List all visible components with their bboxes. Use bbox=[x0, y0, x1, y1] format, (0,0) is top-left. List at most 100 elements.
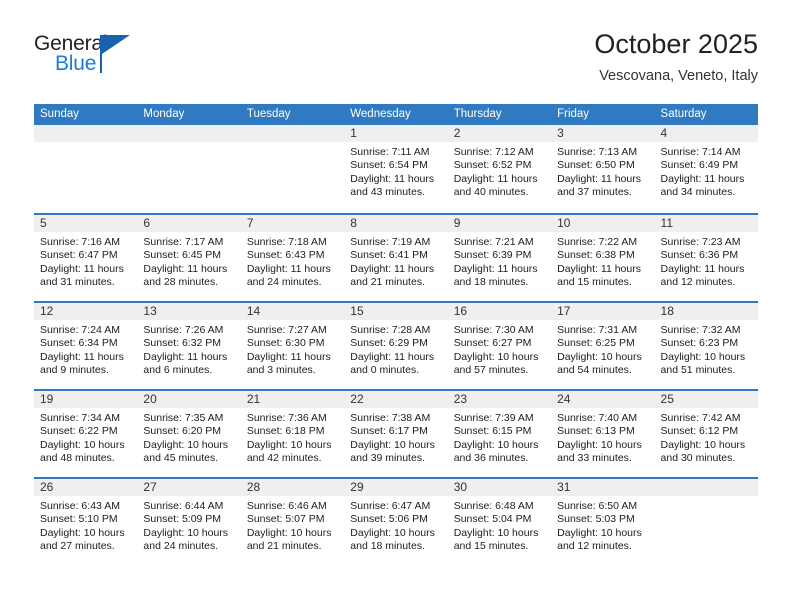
daylight-text-cont: and 24 minutes. bbox=[143, 540, 219, 553]
day-detail-body: Sunrise: 7:40 AM Sunset: 6:13 PM Daylight:… bbox=[551, 408, 654, 466]
daylight-text-cont: and 36 minutes. bbox=[453, 452, 529, 465]
day-number: 2 bbox=[453, 126, 461, 140]
sunrise-text: Sunrise: 7:18 AM bbox=[246, 236, 327, 248]
calendar-grid: Sunday Monday Tuesday Wednesday Thursday Frid… bbox=[34, 104, 758, 565]
calendar-day-cell[interactable]: 27 Sunrise: 6:44 AM Sunset: 5:09 PM Dayligh… bbox=[137, 479, 241, 565]
calendar-day-cell[interactable]: 28 Sunrise: 6:46 AM Sunset: 5:07 PM Dayligh… bbox=[240, 479, 345, 565]
day-number: 5 bbox=[40, 216, 47, 230]
sunrise-text: Sunrise: 6:48 AM bbox=[453, 500, 534, 512]
sunset-text: Sunset: 6:15 PM bbox=[453, 425, 532, 438]
calendar-day-cell[interactable]: 20 Sunrise: 7:35 AM Sunset: 6:20 PM Dayligh… bbox=[137, 391, 241, 477]
daylight-text-cont: and 45 minutes. bbox=[143, 452, 219, 465]
day-number-band: 8 bbox=[344, 215, 448, 232]
daylight-text: Daylight: 10 hours bbox=[557, 350, 642, 363]
calendar-day-cell[interactable]: 1 Sunrise: 7:11 AM Sunset: 6:54 PM Daylight… bbox=[344, 125, 448, 213]
weekday-header-friday: Friday bbox=[557, 108, 590, 120]
calendar-day-cell[interactable]: 2 Sunrise: 7:12 AM Sunset: 6:52 PM Daylight… bbox=[447, 125, 552, 213]
calendar-day-cell[interactable]: 5 Sunrise: 7:16 AM Sunset: 6:47 PM Daylight… bbox=[34, 215, 138, 301]
day-detail-body: Sunrise: 7:35 AM Sunset: 6:20 PM Daylight:… bbox=[137, 408, 240, 466]
day-detail-body: Sunrise: 6:43 AM Sunset: 5:10 PM Daylight:… bbox=[34, 496, 137, 554]
day-number-band bbox=[240, 125, 345, 142]
calendar-day-cell[interactable]: 25 Sunrise: 7:42 AM Sunset: 6:12 PM Dayligh… bbox=[654, 391, 758, 477]
daylight-text: Daylight: 11 hours bbox=[40, 350, 124, 363]
calendar-day-cell[interactable]: 29 Sunrise: 6:47 AM Sunset: 5:06 PM Dayligh… bbox=[344, 479, 448, 565]
calendar-day-cell[interactable]: 12 Sunrise: 7:24 AM Sunset: 6:34 PM Dayligh… bbox=[34, 303, 138, 389]
calendar-day-cell-empty bbox=[137, 125, 241, 213]
daylight-text: Daylight: 11 hours bbox=[143, 262, 228, 275]
calendar-day-cell[interactable]: 7 Sunrise: 7:18 AM Sunset: 6:43 PM Daylight… bbox=[240, 215, 345, 301]
daylight-text: Daylight: 11 hours bbox=[660, 262, 745, 275]
sunrise-text: Sunrise: 7:40 AM bbox=[557, 412, 638, 424]
day-detail-body bbox=[241, 142, 344, 146]
calendar-day-cell[interactable]: 18 Sunrise: 7:32 AM Sunset: 6:23 PM Dayligh… bbox=[654, 303, 758, 389]
sunset-text: Sunset: 6:13 PM bbox=[557, 425, 635, 438]
daylight-text: Daylight: 11 hours bbox=[660, 172, 745, 185]
day-detail-body: Sunrise: 7:14 AM Sunset: 6:49 PM Daylight:… bbox=[655, 142, 758, 200]
sunrise-text: Sunrise: 7:13 AM bbox=[557, 146, 638, 158]
day-number-band: 28 bbox=[240, 479, 345, 496]
sunset-text: Sunset: 6:17 PM bbox=[350, 425, 428, 438]
calendar-day-cell[interactable]: 16 Sunrise: 7:30 AM Sunset: 6:27 PM Dayligh… bbox=[447, 303, 552, 389]
calendar-day-cell[interactable]: 19 Sunrise: 7:34 AM Sunset: 6:22 PM Dayligh… bbox=[34, 391, 138, 477]
day-number: 3 bbox=[557, 126, 564, 140]
sunset-text: Sunset: 6:54 PM bbox=[350, 159, 428, 172]
daylight-text-cont: and 42 minutes. bbox=[246, 452, 322, 465]
calendar-day-cell[interactable]: 22 Sunrise: 7:38 AM Sunset: 6:17 PM Dayligh… bbox=[344, 391, 448, 477]
calendar-day-cell[interactable]: 31 Sunrise: 6:50 AM Sunset: 5:03 PM Dayligh… bbox=[551, 479, 655, 565]
sunset-text: Sunset: 6:27 PM bbox=[453, 337, 532, 350]
day-detail-body: Sunrise: 7:39 AM Sunset: 6:15 PM Daylight:… bbox=[448, 408, 551, 466]
calendar-day-cell-empty bbox=[240, 125, 345, 213]
day-number-band: 24 bbox=[551, 391, 655, 408]
sunset-text: Sunset: 5:07 PM bbox=[246, 513, 325, 526]
sunset-text: Sunset: 6:38 PM bbox=[557, 249, 635, 262]
brand-name-blue: Blue bbox=[55, 52, 97, 75]
day-detail-body bbox=[655, 496, 758, 500]
calendar-day-cell[interactable]: 4 Sunrise: 7:14 AM Sunset: 6:49 PM Daylight… bbox=[654, 125, 758, 213]
day-detail-body: Sunrise: 7:32 AM Sunset: 6:23 PM Daylight:… bbox=[655, 320, 758, 378]
day-number: 9 bbox=[453, 216, 461, 230]
calendar-day-cell-empty bbox=[654, 479, 758, 565]
calendar-day-cell[interactable]: 9 Sunrise: 7:21 AM Sunset: 6:39 PM Daylight… bbox=[447, 215, 552, 301]
day-number: 25 bbox=[660, 392, 674, 406]
calendar-day-cell[interactable]: 14 Sunrise: 7:27 AM Sunset: 6:30 PM Dayligh… bbox=[240, 303, 345, 389]
calendar-day-cell[interactable]: 8 Sunrise: 7:19 AM Sunset: 6:41 PM Daylight… bbox=[344, 215, 448, 301]
day-detail-body: Sunrise: 7:12 AM Sunset: 6:52 PM Daylight:… bbox=[448, 142, 551, 200]
title-block: October 2025 Vescovana, Veneto, Italy bbox=[594, 28, 758, 87]
sunset-text: Sunset: 6:41 PM bbox=[350, 249, 428, 262]
day-number: 29 bbox=[350, 480, 364, 494]
calendar-day-cell[interactable]: 11 Sunrise: 7:23 AM Sunset: 6:36 PM Dayligh… bbox=[654, 215, 758, 301]
day-detail-body: Sunrise: 7:27 AM Sunset: 6:30 PM Daylight:… bbox=[241, 320, 344, 378]
calendar-day-cell[interactable]: 21 Sunrise: 7:36 AM Sunset: 6:18 PM Dayligh… bbox=[240, 391, 345, 477]
calendar-day-cell[interactable]: 10 Sunrise: 7:22 AM Sunset: 6:38 PM Dayligh… bbox=[551, 215, 655, 301]
day-number-band: 19 bbox=[34, 391, 138, 408]
calendar-day-cell[interactable]: 13 Sunrise: 7:26 AM Sunset: 6:32 PM Dayligh… bbox=[137, 303, 241, 389]
daylight-text: Daylight: 10 hours bbox=[557, 526, 642, 539]
sunset-text: Sunset: 5:03 PM bbox=[557, 513, 635, 526]
calendar-day-cell[interactable]: 24 Sunrise: 7:40 AM Sunset: 6:13 PM Dayligh… bbox=[551, 391, 655, 477]
day-detail-body: Sunrise: 7:19 AM Sunset: 6:41 PM Daylight:… bbox=[344, 232, 447, 290]
day-detail-body: Sunrise: 7:18 AM Sunset: 6:43 PM Daylight:… bbox=[241, 232, 344, 290]
sunrise-text: Sunrise: 7:11 AM bbox=[350, 146, 430, 158]
day-number-band: 4 bbox=[654, 125, 758, 142]
daylight-text: Daylight: 11 hours bbox=[453, 172, 538, 185]
brand-logo[interactable]: General Blue bbox=[34, 32, 154, 86]
calendar-day-cell[interactable]: 15 Sunrise: 7:28 AM Sunset: 6:29 PM Dayligh… bbox=[344, 303, 448, 389]
daylight-text-cont: and 15 minutes. bbox=[453, 540, 529, 553]
daylight-text: Daylight: 11 hours bbox=[143, 350, 228, 363]
calendar-day-cell[interactable]: 23 Sunrise: 7:39 AM Sunset: 6:15 PM Dayligh… bbox=[447, 391, 552, 477]
calendar-day-cell[interactable]: 17 Sunrise: 7:31 AM Sunset: 6:25 PM Dayligh… bbox=[551, 303, 655, 389]
sunset-text: Sunset: 6:30 PM bbox=[246, 337, 325, 350]
calendar-day-cell[interactable]: 30 Sunrise: 6:48 AM Sunset: 5:04 PM Dayligh… bbox=[447, 479, 552, 565]
calendar-day-cell[interactable]: 26 Sunrise: 6:43 AM Sunset: 5:10 PM Dayligh… bbox=[34, 479, 138, 565]
daylight-text-cont: and 12 minutes. bbox=[557, 540, 632, 553]
daylight-text-cont: and 39 minutes. bbox=[350, 452, 425, 465]
day-detail-body: Sunrise: 7:34 AM Sunset: 6:22 PM Daylight:… bbox=[34, 408, 137, 466]
calendar-day-cell[interactable]: 3 Sunrise: 7:13 AM Sunset: 6:50 PM Daylight… bbox=[551, 125, 655, 213]
daylight-text-cont: and 9 minutes. bbox=[40, 364, 109, 377]
calendar-day-cell[interactable]: 6 Sunrise: 7:17 AM Sunset: 6:45 PM Daylight… bbox=[137, 215, 241, 301]
day-detail-body: Sunrise: 7:11 AM Sunset: 6:54 PM Daylight:… bbox=[344, 142, 447, 200]
day-number: 7 bbox=[246, 216, 254, 230]
day-detail-body: Sunrise: 7:36 AM Sunset: 6:18 PM Daylight:… bbox=[241, 408, 344, 466]
daylight-text: Daylight: 11 hours bbox=[453, 262, 538, 275]
day-number: 26 bbox=[40, 480, 54, 494]
